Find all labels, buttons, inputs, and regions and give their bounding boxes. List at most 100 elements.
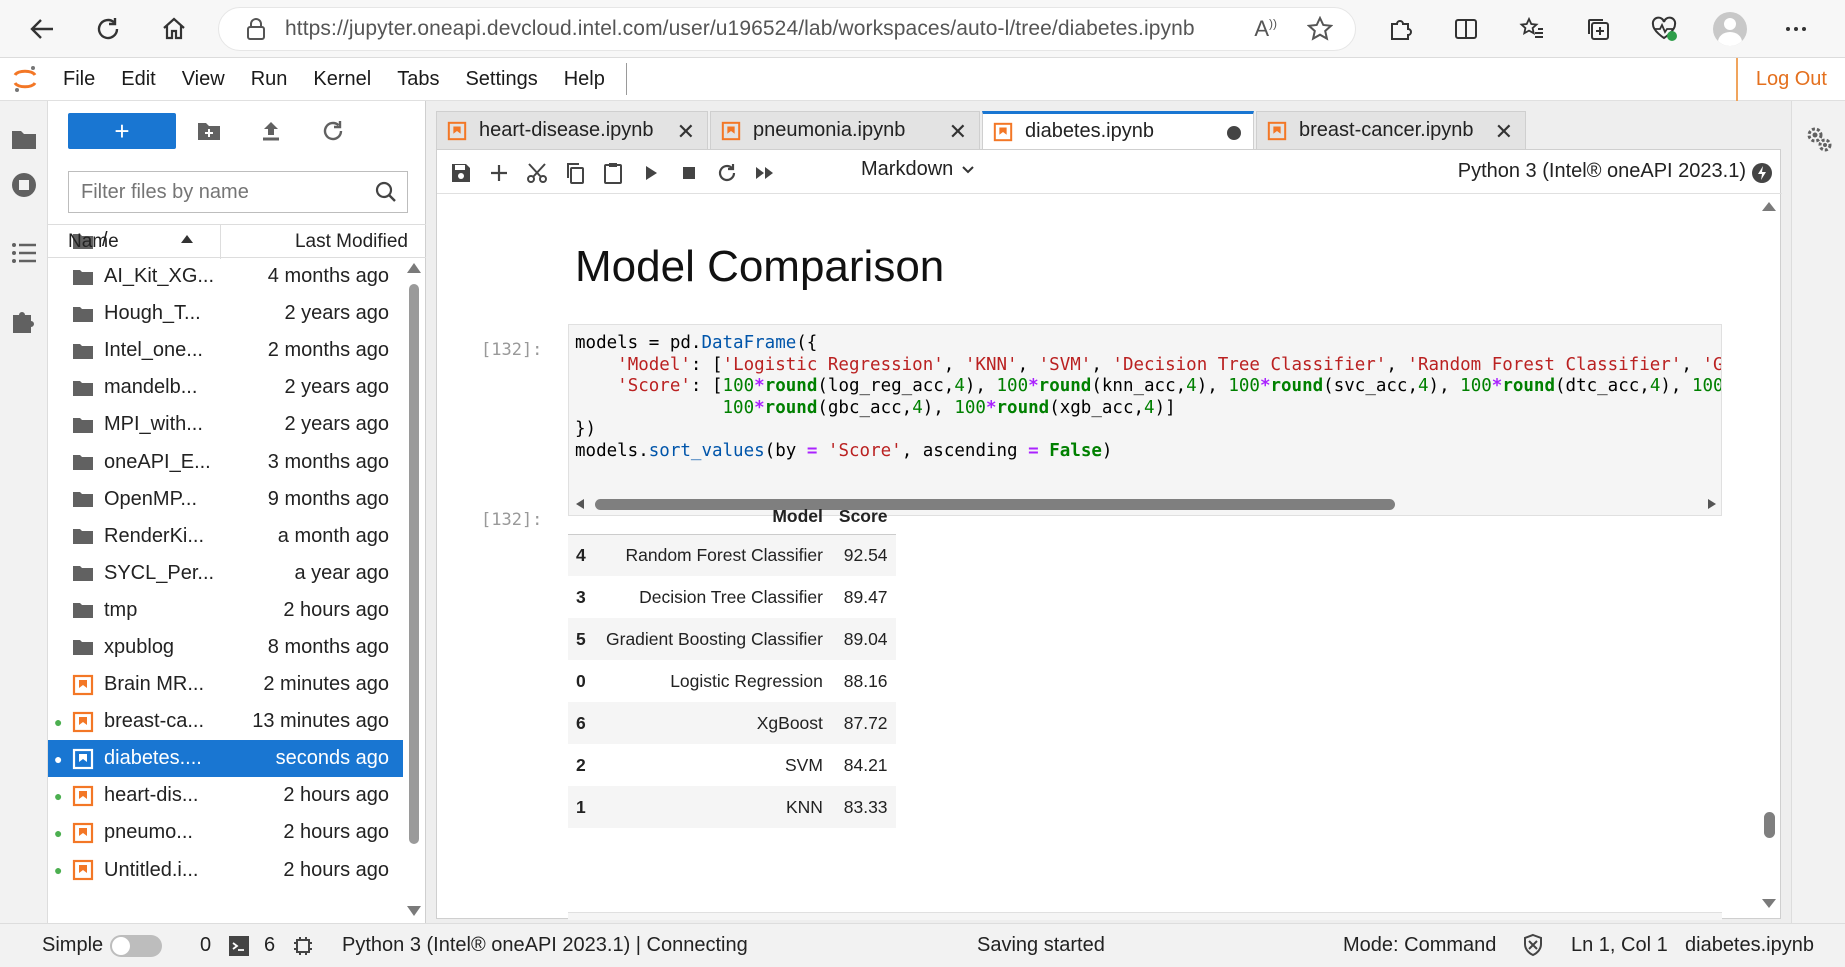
split-screen-button[interactable] [1436,7,1496,51]
file-list-item[interactable]: ● breast-ca... 13 minutes ago [48,703,403,740]
terminal-icon[interactable] [228,935,250,957]
table-header-row: Model Score [568,500,896,535]
file-list-item[interactable]: AI_Kit_XG... 4 months ago [48,258,403,295]
file-name: OpenMP... [104,487,198,510]
home-button[interactable] [146,7,202,51]
logout-button[interactable]: Log Out [1735,58,1845,101]
file-list-item[interactable]: oneAPI_E... 3 months ago [48,443,403,480]
file-list-scroll-thumb[interactable] [409,284,419,844]
file-list-item[interactable]: OpenMP... 9 months ago [48,481,403,518]
file-list-item[interactable]: ● pneumo... 2 hours ago [48,814,403,851]
file-list-item[interactable]: SYCL_Per... a year ago [48,555,403,592]
kernel-chip-icon[interactable] [292,935,314,957]
file-list-item[interactable]: mandelb... 2 years ago [48,369,403,406]
refresh-button[interactable] [80,7,136,51]
notebook-vertical-scrollbar[interactable] [1758,194,1780,920]
menu-tabs[interactable]: Tabs [384,68,452,91]
close-icon[interactable]: ✕ [949,119,967,145]
profile-button[interactable] [1700,7,1760,51]
close-icon[interactable]: ✕ [1495,119,1513,145]
running-kernels-icon[interactable] [10,171,38,199]
new-folder-icon[interactable] [196,118,222,144]
extensions-button[interactable] [1370,7,1430,51]
performance-button[interactable] [1634,7,1694,51]
close-icon[interactable]: ✕ [677,119,695,145]
file-list-item[interactable]: ● Untitled.i... 2 hours ago [48,852,403,889]
refresh-files-icon[interactable] [320,118,346,144]
file-list-item[interactable]: ● heart-dis... 2 hours ago [48,777,403,814]
filter-files-box [68,171,408,213]
file-name: AI_Kit_XG... [104,265,215,288]
read-aloud-icon[interactable]: A)) [1254,16,1277,42]
kernel-count[interactable]: 6 [264,934,275,957]
scroll-down-arrow-icon[interactable] [404,903,424,919]
notebook-tab[interactable]: pneumonia.ipynb ✕ [710,111,980,149]
notebook-icon [72,822,94,844]
menu-help[interactable]: Help [551,68,618,91]
menu-run[interactable]: Run [238,68,301,91]
cell-type-select[interactable]: Markdown [861,158,975,181]
folder-icon[interactable] [10,125,38,153]
next-code-cell[interactable] [568,912,1722,920]
kernel-connection-status[interactable]: Python 3 (Intel® oneAPI 2023.1) | Connec… [342,934,748,957]
terminal-count[interactable]: 0 [200,934,211,957]
menu-view[interactable]: View [169,68,238,91]
new-launcher-button[interactable]: + [68,113,176,149]
tab-label: pneumonia.ipynb [753,119,906,141]
unsaved-dot-icon[interactable] [1227,126,1241,140]
table-of-contents-icon[interactable] [10,239,38,267]
favorite-star-icon[interactable] [1307,16,1333,42]
address-bar[interactable]: https://jupyter.oneapi.devcloud.intel.co… [218,7,1356,51]
notebook-mode[interactable]: Mode: Command [1343,934,1496,957]
menu-file[interactable]: File [50,68,108,91]
cursor-position[interactable]: Ln 1, Col 1 [1571,934,1668,957]
simple-mode-toggle[interactable] [110,935,162,957]
notebook-tab[interactable]: heart-disease.ipynb ✕ [436,111,708,149]
file-modified: 8 months ago [267,635,389,658]
cut-icon[interactable] [525,161,549,185]
code-cell-editor[interactable]: models = pd.DataFrame({ 'Model': ['Logis… [568,324,1722,516]
kernel-name[interactable]: Python 3 (Intel® oneAPI 2023.1) [1458,160,1746,183]
notebook-scroll-thumb[interactable] [1764,812,1775,838]
file-list-item[interactable]: ● diabetes.... seconds ago [48,740,403,778]
menu-settings[interactable]: Settings [452,68,550,91]
stop-kernel-icon[interactable] [677,161,701,185]
notebook-content[interactable]: Model Comparison [132]: models = pd.Data… [437,194,1772,920]
menu-edit[interactable]: Edit [108,68,168,91]
run-cell-icon[interactable] [639,161,663,185]
file-list-item[interactable]: MPI_with... 2 years ago [48,406,403,443]
file-list-item[interactable]: Brain MR... 2 minutes ago [48,666,403,703]
notebook-tab[interactable]: diabetes.ipynb [982,111,1254,149]
scroll-up-arrow-icon[interactable] [1758,200,1780,214]
file-list-item[interactable]: Intel_one... 2 months ago [48,332,403,369]
column-name-header[interactable]: Name [68,231,119,253]
scroll-down-arrow-icon[interactable] [1758,896,1780,910]
save-icon[interactable] [449,161,473,185]
copy-icon[interactable] [563,161,587,185]
collections-button[interactable] [1568,7,1628,51]
property-inspector-gears-icon[interactable] [1805,125,1833,153]
extensions-puzzle-icon[interactable] [10,307,38,335]
running-indicator-icon: ● [54,750,63,767]
scroll-up-arrow-icon[interactable] [404,260,424,276]
paste-icon[interactable] [601,161,625,185]
right-sidebar [1791,101,1845,923]
shield-icon[interactable] [1521,933,1545,957]
file-list-item[interactable]: Hough_T... 2 years ago [48,295,403,332]
filter-files-input[interactable] [81,180,361,204]
more-menu-button[interactable] [1766,7,1826,51]
add-cell-icon[interactable] [487,161,511,185]
menu-kernel[interactable]: Kernel [300,68,384,91]
run-all-icon[interactable] [753,161,777,185]
notebook-tab[interactable]: breast-cancer.ipynb ✕ [1256,111,1526,149]
file-list-item[interactable]: RenderKi... a month ago [48,518,403,555]
favorites-button[interactable] [1502,7,1562,51]
file-list-scrollbar[interactable] [404,258,424,923]
file-list-item[interactable]: xpublog 8 months ago [48,629,403,666]
restart-kernel-icon[interactable] [715,161,739,185]
file-list-item[interactable]: tmp 2 hours ago [48,592,403,629]
back-button[interactable] [14,7,70,51]
upload-icon[interactable] [258,118,284,144]
column-modified-header[interactable]: Last Modified [295,231,408,253]
scroll-right-arrow-icon[interactable] [1705,497,1719,511]
